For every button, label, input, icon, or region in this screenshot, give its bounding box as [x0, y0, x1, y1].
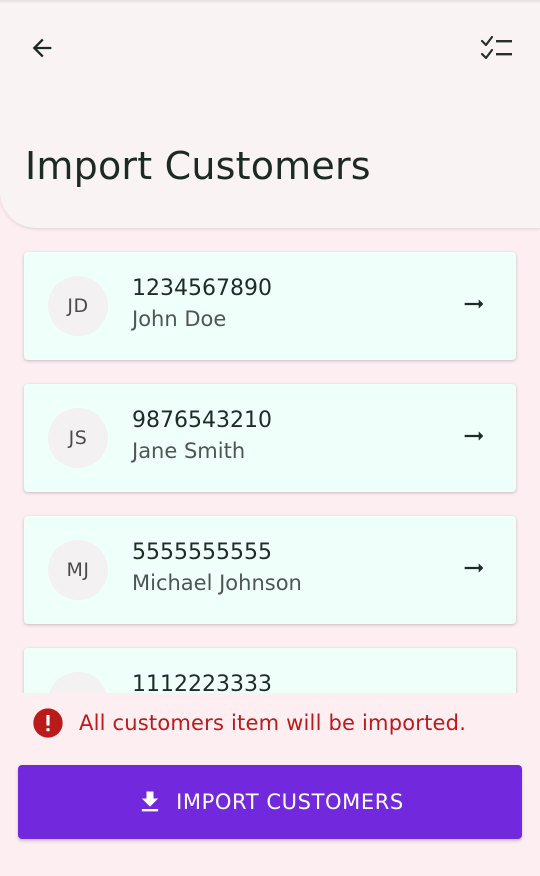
avatar: JS	[48, 408, 108, 468]
customer-phone: 9876543210	[132, 408, 272, 433]
download-icon	[141, 791, 159, 812]
arrow-forward-icon	[460, 686, 488, 693]
import-button-label: IMPORT CUSTOMERS	[176, 790, 404, 814]
error-icon	[33, 708, 63, 738]
customer-phone: 1112223333	[132, 672, 272, 693]
arrow-back-icon	[32, 38, 52, 58]
customer-card[interactable]: JS 9876543210 Jane Smith	[24, 384, 516, 492]
page-title: Import Customers	[25, 144, 371, 188]
import-notice: All customers item will be imported.	[32, 706, 466, 740]
top-app-bar: Import Customers	[0, 0, 540, 228]
customer-card[interactable]: MJ 5555555555 Michael Johnson	[24, 516, 516, 624]
import-customers-button[interactable]: IMPORT CUSTOMERS	[18, 765, 522, 839]
customer-card[interactable]: JD 1234567890 John Doe	[24, 252, 516, 360]
avatar: JD	[48, 276, 108, 336]
customer-phone: 5555555555	[132, 540, 272, 565]
arrow-forward-icon	[464, 299, 484, 309]
customer-name: Jane Smith	[132, 439, 246, 463]
avatar: MJ	[48, 540, 108, 600]
customer-phone: 1234567890	[132, 276, 272, 301]
select-all-button[interactable]	[474, 24, 522, 72]
customer-card[interactable]: 1112223333	[24, 648, 516, 693]
notice-text: All customers item will be imported.	[79, 711, 467, 735]
customer-name: Michael Johnson	[132, 571, 302, 595]
back-button[interactable]	[18, 24, 66, 72]
checklist-icon	[480, 35, 512, 60]
customer-list[interactable]: JD 1234567890 John Doe JS 9876543210 Jan…	[0, 228, 540, 693]
avatar	[48, 672, 108, 693]
arrow-forward-icon	[464, 563, 484, 573]
customer-name: John Doe	[132, 307, 227, 331]
arrow-forward-icon	[464, 431, 484, 441]
